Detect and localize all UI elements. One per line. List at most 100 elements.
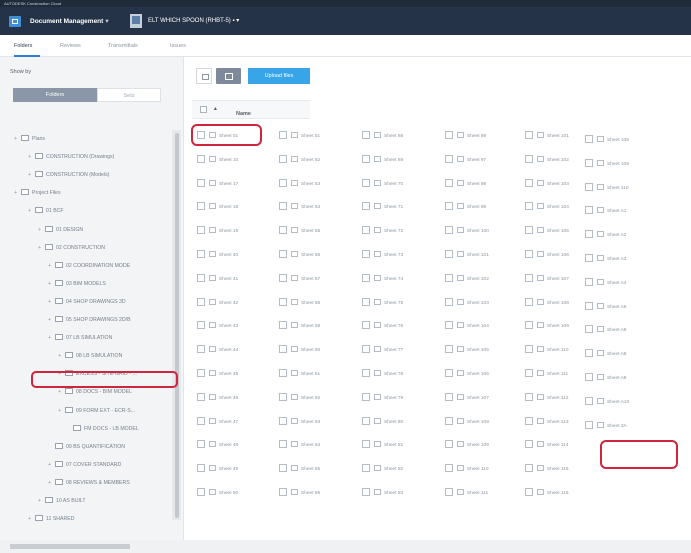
expand-icon[interactable]: + <box>58 353 65 359</box>
file-checkbox[interactable] <box>362 178 370 187</box>
file-item[interactable]: Sheet 81 <box>362 440 403 452</box>
file-item[interactable]: Sheet 109 <box>445 440 489 452</box>
file-checkbox[interactable] <box>197 488 205 496</box>
file-item[interactable]: Sheet 57 <box>279 273 320 286</box>
file-item[interactable]: Sheet 102 <box>525 154 569 167</box>
file-item[interactable]: Sheet 72 <box>362 226 403 238</box>
name-column-header[interactable]: Name ▴ <box>192 100 310 119</box>
file-checkbox[interactable] <box>362 226 370 235</box>
file-item[interactable]: Sheet 18 <box>197 202 238 214</box>
file-item[interactable]: Sheet 110 <box>585 182 629 195</box>
file-checkbox[interactable] <box>197 154 205 163</box>
file-checkbox[interactable] <box>197 297 205 306</box>
file-item[interactable]: Sheet 54 <box>279 202 320 214</box>
file-checkbox[interactable] <box>525 297 533 306</box>
file-checkbox[interactable] <box>279 392 287 401</box>
file-item[interactable]: Sheet A9 <box>585 373 626 385</box>
file-checkbox[interactable] <box>197 345 205 354</box>
file-item[interactable]: Sheet 107 <box>445 392 489 405</box>
file-checkbox[interactable] <box>445 202 453 211</box>
file-item[interactable]: Sheet 110 <box>525 345 569 357</box>
expand-icon[interactable]: + <box>28 154 35 160</box>
expand-icon[interactable]: + <box>48 462 55 468</box>
expand-icon[interactable]: + <box>48 281 55 287</box>
tree-item[interactable]: +02 CONSTRUCTION <box>38 243 105 256</box>
file-checkbox[interactable] <box>525 345 533 354</box>
file-item[interactable]: Sheet 56 <box>279 250 320 262</box>
file-checkbox[interactable] <box>279 416 287 425</box>
file-item[interactable]: Sheet A10 <box>585 396 629 409</box>
file-item[interactable]: Sheet 89 <box>445 131 486 143</box>
file-item[interactable]: Sheet 19 <box>197 226 238 238</box>
file-item[interactable]: Sheet 48 <box>197 440 238 452</box>
file-item[interactable]: Sheet 80 <box>362 416 403 429</box>
file-checkbox[interactable] <box>445 464 453 473</box>
file-item[interactable]: Sheet A2 <box>585 230 626 242</box>
file-checkbox[interactable] <box>585 230 593 239</box>
file-item[interactable]: Sheet 47 <box>197 416 238 429</box>
file-checkbox[interactable] <box>362 392 370 401</box>
file-item[interactable]: Sheet 115 <box>525 464 569 476</box>
list-view-button[interactable] <box>196 68 212 84</box>
file-item[interactable]: Sheet 111 <box>445 488 488 500</box>
file-checkbox[interactable] <box>585 254 593 262</box>
file-checkbox[interactable] <box>362 154 370 163</box>
expand-icon[interactable]: + <box>48 317 55 323</box>
tab-issues[interactable]: Issues <box>170 43 186 49</box>
file-item[interactable]: Sheet 50 <box>197 488 238 500</box>
file-checkbox[interactable] <box>525 178 533 187</box>
file-item[interactable]: Sheet 51 <box>279 131 320 143</box>
file-item[interactable]: Sheet 113 <box>525 416 569 429</box>
file-item[interactable]: Sheet 116 <box>525 488 569 500</box>
file-checkbox[interactable] <box>585 206 593 215</box>
expand-icon[interactable]: + <box>14 136 21 142</box>
file-checkbox[interactable] <box>197 178 205 187</box>
file-item[interactable]: Sheet 65 <box>279 464 320 476</box>
file-item[interactable]: Sheet 105 <box>525 226 569 238</box>
file-checkbox[interactable] <box>362 297 370 306</box>
file-item[interactable]: Sheet 42 <box>197 297 238 310</box>
tree-item[interactable]: +07 COVER STANDARD <box>48 460 121 473</box>
file-checkbox[interactable] <box>279 250 287 258</box>
file-checkbox[interactable] <box>585 277 593 286</box>
file-checkbox[interactable] <box>197 392 205 401</box>
file-checkbox[interactable] <box>525 392 533 401</box>
file-checkbox[interactable] <box>445 226 453 235</box>
file-checkbox[interactable] <box>362 345 370 354</box>
file-checkbox[interactable] <box>525 154 533 163</box>
tree-item[interactable]: +04 SHOP DRAWINGS 3D <box>48 297 126 310</box>
file-checkbox[interactable] <box>279 440 287 449</box>
file-item[interactable]: Sheet 76 <box>362 321 403 333</box>
file-item[interactable]: Sheet 41 <box>197 273 238 286</box>
file-item[interactable]: Sheet 63 <box>279 416 320 429</box>
file-checkbox[interactable] <box>585 182 593 191</box>
file-checkbox[interactable] <box>585 396 593 405</box>
app-icon[interactable] <box>9 16 21 27</box>
file-checkbox[interactable] <box>525 321 533 330</box>
file-checkbox[interactable] <box>362 488 370 496</box>
tree-item[interactable]: +07 LB SIMULATION <box>48 334 112 346</box>
file-item[interactable]: Sheet 114 <box>525 440 569 452</box>
file-checkbox[interactable] <box>362 202 370 211</box>
file-item[interactable]: Sheet 64 <box>279 440 320 452</box>
file-checkbox[interactable] <box>525 250 533 258</box>
file-checkbox[interactable] <box>279 321 287 330</box>
file-checkbox[interactable] <box>279 131 287 139</box>
file-item[interactable]: Sheet 40 <box>197 250 238 262</box>
tab-folders[interactable]: Folders <box>14 43 32 49</box>
file-item[interactable]: Sheet 105 <box>445 345 489 357</box>
file-item[interactable]: Sheet 52 <box>279 154 320 167</box>
file-item[interactable]: Sheet 43 <box>197 321 238 333</box>
file-checkbox[interactable] <box>445 488 453 496</box>
tree-item[interactable]: + Project Files <box>14 189 61 201</box>
segment-sets[interactable]: Sets <box>97 88 161 102</box>
file-checkbox[interactable] <box>197 416 205 425</box>
file-item[interactable]: Sheet 109 <box>525 321 569 333</box>
tree-item[interactable]: +05 SHOP DRAWINGS 2D/B <box>48 316 131 328</box>
file-item[interactable]: Sheet 108 <box>585 135 629 147</box>
tree-item[interactable]: +01 BCF <box>28 207 64 219</box>
file-item[interactable]: Sheet 73 <box>362 250 403 262</box>
file-item[interactable]: Sheet 66 <box>279 488 320 500</box>
file-item[interactable]: Sheet 69 <box>362 154 403 167</box>
tree-item[interactable]: + CONSTRUCTION (Models) <box>28 171 109 183</box>
